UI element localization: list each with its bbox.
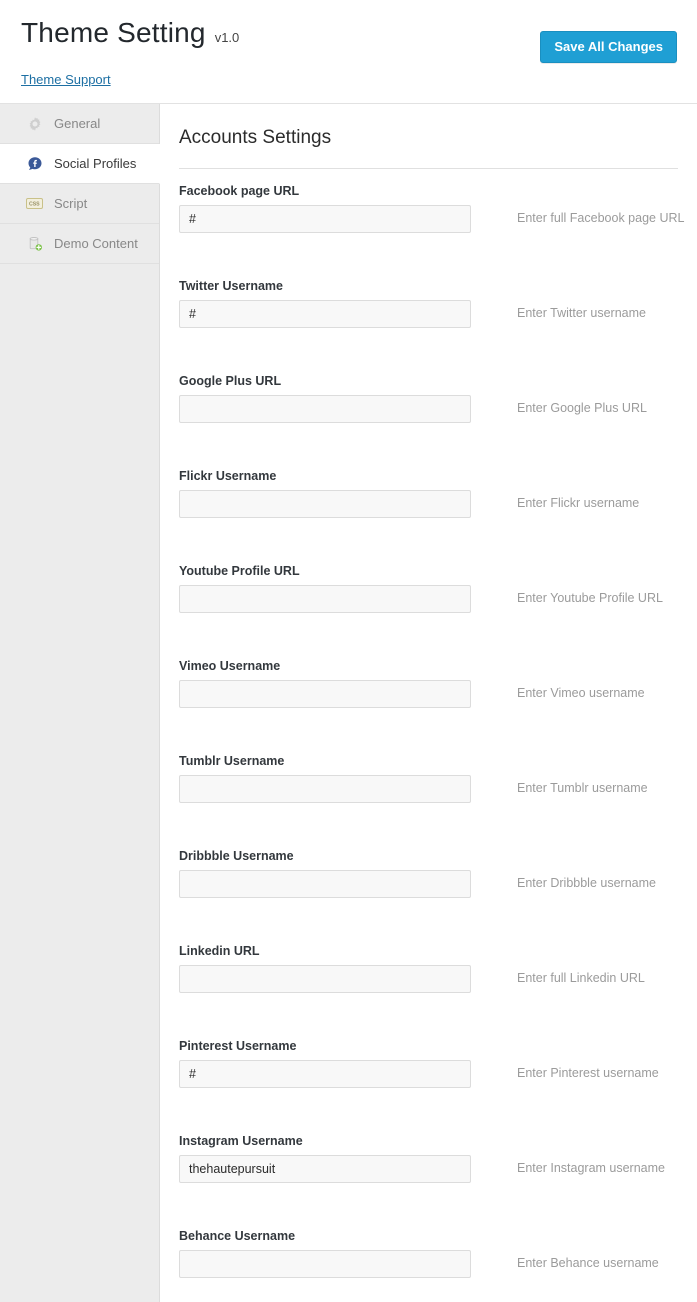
- tumblr-username-input[interactable]: [179, 775, 471, 803]
- behance-username-input[interactable]: [179, 1250, 471, 1278]
- linkedin-url-input[interactable]: [179, 965, 471, 993]
- field-label: Tumblr Username: [179, 755, 284, 768]
- field-row-youtube: Youtube Profile URL Enter Youtube Profil…: [179, 549, 678, 644]
- page-header: Theme Setting v1.0 Theme Support Save Al…: [0, 0, 697, 104]
- svg-text:CSS: CSS: [29, 202, 40, 208]
- field-row-tumblr: Tumblr Username Enter Tumblr username: [179, 739, 678, 834]
- field-label: Linkedin URL: [179, 945, 260, 958]
- sidebar-item-demo-content[interactable]: Demo Content: [0, 224, 159, 264]
- theme-support-link[interactable]: Theme Support: [21, 72, 111, 87]
- pinterest-username-input[interactable]: [179, 1060, 471, 1088]
- flickr-username-input[interactable]: [179, 490, 471, 518]
- dribbble-username-input[interactable]: [179, 870, 471, 898]
- field-label: Behance Username: [179, 1230, 295, 1243]
- version-label: v1.0: [215, 30, 240, 45]
- field-hint: Enter Vimeo username: [517, 687, 645, 700]
- field-hint: Enter Twitter username: [517, 307, 646, 320]
- field-row-flickr: Flickr Username Enter Flickr username: [179, 454, 678, 549]
- field-hint: Enter Youtube Profile URL: [517, 592, 663, 605]
- field-label: Dribbble Username: [179, 850, 294, 863]
- field-hint: Enter Behance username: [517, 1257, 659, 1270]
- google-plus-url-input[interactable]: [179, 395, 471, 423]
- field-row-vimeo: Vimeo Username Enter Vimeo username: [179, 644, 678, 739]
- sidebar-item-social-profiles[interactable]: Social Profiles: [0, 144, 160, 184]
- field-label: Facebook page URL: [179, 185, 299, 198]
- section-title: Accounts Settings: [179, 104, 678, 147]
- save-all-changes-button[interactable]: Save All Changes: [540, 31, 677, 63]
- field-row-google-plus: Google Plus URL Enter Google Plus URL: [179, 359, 678, 454]
- facebook-icon: [26, 155, 43, 172]
- database-add-icon: [26, 235, 43, 252]
- sidebar-item-label: Demo Content: [54, 237, 138, 250]
- field-row-linkedin: Linkedin URL Enter full Linkedin URL: [179, 929, 678, 1024]
- sidebar: General Social Profiles CSS: [0, 104, 160, 1302]
- field-hint: Enter Google Plus URL: [517, 402, 647, 415]
- field-label: Twitter Username: [179, 280, 283, 293]
- facebook-page-url-input[interactable]: [179, 205, 471, 233]
- page-title: Theme Setting: [21, 19, 206, 47]
- sidebar-item-label: Script: [54, 197, 87, 210]
- field-label: Google Plus URL: [179, 375, 281, 388]
- field-label: Youtube Profile URL: [179, 565, 300, 578]
- sidebar-item-label: Social Profiles: [54, 157, 136, 170]
- field-label: Flickr Username: [179, 470, 276, 483]
- vimeo-username-input[interactable]: [179, 680, 471, 708]
- field-hint: Enter full Facebook page URL: [517, 212, 684, 225]
- field-label: Pinterest Username: [179, 1040, 296, 1053]
- field-row-dribbble: Dribbble Username Enter Dribbble usernam…: [179, 834, 678, 929]
- sidebar-item-label: General: [54, 117, 100, 130]
- body-wrapper: General Social Profiles CSS: [0, 104, 697, 1302]
- sidebar-item-script[interactable]: CSS Script: [0, 184, 159, 224]
- field-row-pinterest: Pinterest Username Enter Pinterest usern…: [179, 1024, 678, 1119]
- field-hint: Enter Pinterest username: [517, 1067, 659, 1080]
- field-hint: Enter full Linkedin URL: [517, 972, 645, 985]
- field-row-behance: Behance Username Enter Behance username: [179, 1214, 678, 1302]
- css-tag-icon: CSS: [26, 195, 43, 212]
- field-label: Vimeo Username: [179, 660, 280, 673]
- instagram-username-input[interactable]: [179, 1155, 471, 1183]
- content-panel: Accounts Settings Facebook page URL Ente…: [160, 104, 697, 1302]
- field-hint: Enter Flickr username: [517, 497, 639, 510]
- title-row: Theme Setting v1.0: [21, 19, 239, 47]
- field-hint: Enter Instagram username: [517, 1162, 665, 1175]
- sidebar-item-general[interactable]: General: [0, 104, 159, 144]
- twitter-username-input[interactable]: [179, 300, 471, 328]
- field-hint: Enter Dribbble username: [517, 877, 656, 890]
- theme-settings-page: Theme Setting v1.0 Theme Support Save Al…: [0, 0, 697, 1302]
- field-row-facebook: Facebook page URL Enter full Facebook pa…: [179, 169, 678, 264]
- youtube-profile-url-input[interactable]: [179, 585, 471, 613]
- field-hint: Enter Tumblr username: [517, 782, 648, 795]
- field-label: Instagram Username: [179, 1135, 303, 1148]
- gear-icon: [26, 115, 43, 132]
- field-row-twitter: Twitter Username Enter Twitter username: [179, 264, 678, 359]
- field-row-instagram: Instagram Username Enter Instagram usern…: [179, 1119, 678, 1214]
